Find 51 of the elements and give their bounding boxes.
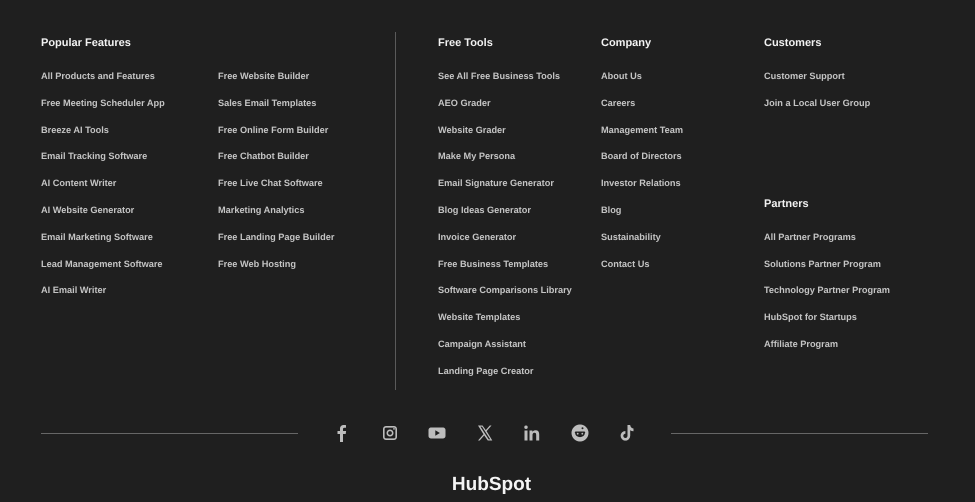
footer-link[interactable]: AI Website Generator bbox=[41, 202, 134, 217]
footer-link[interactable]: Customer Support bbox=[764, 69, 845, 83]
footer-link[interactable]: Free Chatbot Builder bbox=[218, 149, 309, 164]
footer-link[interactable]: Board of Directors bbox=[601, 149, 682, 164]
footer-link[interactable]: All Products and Features bbox=[41, 69, 155, 83]
footer-link[interactable]: Free Online Form Builder bbox=[218, 122, 328, 137]
footer-link[interactable]: Investor Relations bbox=[601, 176, 681, 190]
footer-link[interactable]: AI Email Writer bbox=[41, 283, 106, 298]
footer-link[interactable]: Marketing Analytics bbox=[218, 202, 304, 217]
footer-link[interactable]: AI Content Writer bbox=[41, 176, 116, 190]
footer-link[interactable]: Email Marketing Software bbox=[41, 230, 153, 244]
footer-link[interactable]: Free Website Builder bbox=[218, 69, 310, 83]
column-heading: Customers bbox=[764, 36, 822, 50]
footer-link[interactable]: Email Tracking Software bbox=[41, 149, 148, 164]
footer-link[interactable]: Free Live Chat Software bbox=[218, 176, 323, 190]
footer-link[interactable]: Free Landing Page Builder bbox=[218, 230, 334, 244]
footer-link[interactable]: Landing Page Creator bbox=[438, 364, 534, 378]
footer-link[interactable]: Lead Management Software bbox=[41, 256, 163, 271]
footer-link[interactable]: Sales Email Templates bbox=[218, 96, 316, 110]
footer-link[interactable]: Technology Partner Program bbox=[764, 283, 890, 298]
footer-link[interactable]: Solutions Partner Program bbox=[764, 256, 881, 271]
footer-link[interactable]: HubSpot for Startups bbox=[764, 310, 857, 324]
footer-link[interactable]: Campaign Assistant bbox=[438, 336, 526, 351]
footer-link[interactable]: Make My Persona bbox=[438, 149, 516, 164]
footer-link[interactable]: Management Team bbox=[601, 122, 684, 137]
footer-link[interactable]: Affiliate Program bbox=[764, 336, 838, 351]
footer-link[interactable]: Email Signature Generator bbox=[438, 176, 554, 190]
logo[interactable]: HubSpot bbox=[452, 474, 532, 496]
footer-link[interactable]: Website Templates bbox=[438, 310, 520, 324]
footer-link[interactable]: Software Comparisons Library bbox=[438, 283, 572, 298]
footer-link[interactable]: Website Grader bbox=[438, 122, 506, 137]
footer-link[interactable]: Contact Us bbox=[601, 256, 650, 271]
footer-link[interactable]: See All Free Business Tools bbox=[438, 69, 560, 83]
footer-link[interactable]: Join a Local User Group bbox=[764, 96, 870, 110]
column-heading: Company bbox=[601, 36, 652, 50]
footer-link[interactable]: Blog Ideas Generator bbox=[438, 202, 531, 217]
footer-link[interactable]: Invoice Generator bbox=[438, 230, 516, 244]
linkedin-icon[interactable] bbox=[522, 423, 542, 443]
footer-link[interactable]: Sustainability bbox=[601, 230, 661, 244]
footer-link[interactable]: Breeze AI Tools bbox=[41, 122, 109, 137]
footer-link[interactable]: AEO Grader bbox=[438, 96, 491, 110]
column-heading: Free Tools bbox=[438, 36, 494, 50]
footer-link[interactable]: About Us bbox=[601, 69, 642, 83]
footer-link[interactable]: Free Business Templates bbox=[438, 256, 548, 271]
footer-link[interactable]: Free Web Hosting bbox=[218, 256, 296, 271]
column-heading: Partners bbox=[764, 196, 810, 211]
footer-link[interactable]: Free Meeting Scheduler App bbox=[41, 96, 165, 110]
footer-link[interactable]: Blog bbox=[601, 202, 622, 217]
footer-link[interactable]: All Partner Programs bbox=[764, 230, 856, 244]
column-heading: Popular Features bbox=[41, 36, 132, 50]
footer-link[interactable]: Careers bbox=[601, 96, 636, 110]
